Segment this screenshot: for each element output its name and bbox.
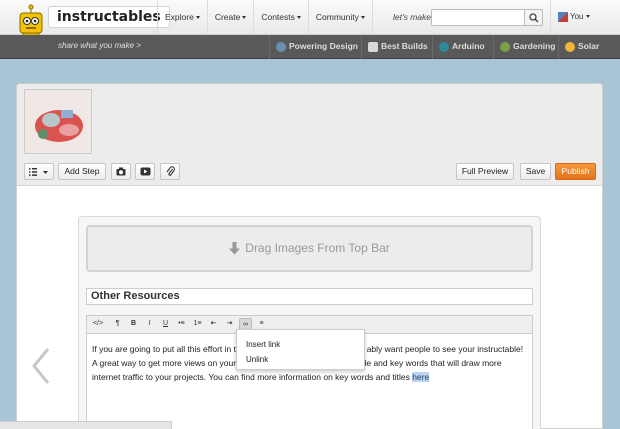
sun-icon [565, 41, 575, 52]
leaf-icon [500, 41, 510, 52]
user-label: You [570, 12, 584, 21]
previous-step-arrow-icon[interactable] [30, 347, 52, 385]
selected-link-text[interactable]: here [412, 372, 430, 382]
text-run: If you are going to put all this effort … [92, 344, 241, 354]
powering-design-icon [276, 41, 286, 52]
nav-label: Create [214, 12, 241, 22]
source-code-button[interactable]: </> [90, 318, 106, 330]
image-tray: Add Step Full Preview Save Publish [17, 84, 602, 186]
save-button[interactable]: Save [520, 163, 551, 180]
channel-best-builds[interactable]: Best Builds [361, 35, 428, 59]
link-popup-menu: Insert link Unlink [236, 329, 365, 370]
paragraph-button[interactable]: ¶ [111, 318, 124, 330]
search-icon [529, 13, 539, 23]
arduino-icon [439, 41, 449, 52]
video-icon [140, 167, 150, 176]
thumbnail-image [25, 90, 91, 153]
nav-label: Contests [261, 12, 295, 22]
chevron-down-icon [242, 16, 247, 20]
text-run: internet traffic to your projects. You c… [92, 372, 410, 382]
unlink-option[interactable]: Unlink [246, 355, 268, 364]
nav-community[interactable]: Community [307, 0, 373, 35]
list-icon [29, 168, 48, 176]
user-menu[interactable]: You [550, 0, 620, 35]
attach-button[interactable] [160, 163, 180, 180]
nav-label: Explore [165, 12, 194, 22]
step-editor-panel: Drag Images From Top Bar Other Resources… [78, 216, 541, 429]
body-line-3: internet traffic to your projects. You c… [92, 370, 527, 384]
best-builds-icon [368, 41, 378, 52]
indent-button[interactable]: ⇥ [223, 318, 236, 330]
avatar [558, 11, 568, 22]
text-run: ably want people to see your instructabl… [366, 344, 524, 354]
dropzone-label: Drag Images From Top Bar [245, 241, 390, 255]
numbered-list-button[interactable]: 1≡ [191, 318, 204, 330]
camera-icon [116, 167, 126, 176]
channel-bar: share what you make > Powering Design Be… [0, 35, 620, 59]
search-input[interactable] [431, 9, 525, 26]
publish-button[interactable]: Publish [555, 163, 596, 180]
channel-label: Powering Design [289, 41, 358, 51]
video-button[interactable] [135, 163, 155, 180]
text-run: tle and key words that will draw more [362, 358, 502, 368]
horizontal-scrollbar[interactable] [0, 421, 172, 429]
step-title-field[interactable]: Other Resources [86, 288, 533, 305]
site-logo[interactable]: instructables [48, 6, 170, 28]
nav-create[interactable]: Create [206, 0, 254, 35]
channel-gardening[interactable]: Gardening [493, 35, 556, 59]
channel-label: Best Builds [381, 41, 428, 51]
channel-powering-design[interactable]: Powering Design [269, 35, 358, 59]
chevron-down-icon [195, 16, 200, 20]
bullet-list-button[interactable]: •≡ [175, 318, 188, 330]
outdent-button[interactable]: ⇤ [207, 318, 220, 330]
camera-button[interactable] [111, 163, 131, 180]
nav-explore[interactable]: Explore [157, 0, 207, 35]
chevron-down-icon [585, 15, 590, 19]
search-button[interactable] [524, 9, 543, 26]
channel-label: Arduino [452, 41, 485, 51]
italic-button[interactable]: I [143, 318, 156, 330]
underline-button[interactable]: U [159, 318, 172, 330]
top-nav-bar: instructables Explore Create Contests Co… [0, 0, 620, 46]
arrow-down-icon [229, 242, 241, 255]
nav-contests[interactable]: Contests [253, 0, 308, 35]
list-view-button[interactable] [24, 163, 54, 180]
channel-solar[interactable]: Solar [558, 35, 599, 59]
chevron-down-icon [360, 16, 365, 20]
paperclip-icon [166, 166, 175, 176]
main-nav: Explore Create Contests Community [157, 0, 373, 35]
channel-label: Gardening [513, 41, 556, 51]
channel-label: Solar [578, 41, 600, 51]
chevron-down-icon [296, 16, 301, 20]
image-dropzone[interactable]: Drag Images From Top Bar [86, 225, 533, 272]
channel-arduino[interactable]: Arduino [432, 35, 485, 59]
full-preview-button[interactable]: Full Preview [456, 163, 514, 180]
editor-card: Add Step Full Preview Save Publish Drag … [16, 83, 603, 429]
image-thumbnail[interactable] [24, 89, 92, 154]
add-step-button[interactable]: Add Step [58, 163, 106, 180]
insert-link-option[interactable]: Insert link [246, 340, 280, 349]
bold-button[interactable]: B [127, 318, 140, 330]
nav-label: Community [315, 12, 359, 22]
text-run: A great way to get more views on your [92, 358, 237, 368]
lets-make-label: let's make [393, 12, 431, 22]
tagline-link[interactable]: share what you make > [58, 41, 141, 50]
